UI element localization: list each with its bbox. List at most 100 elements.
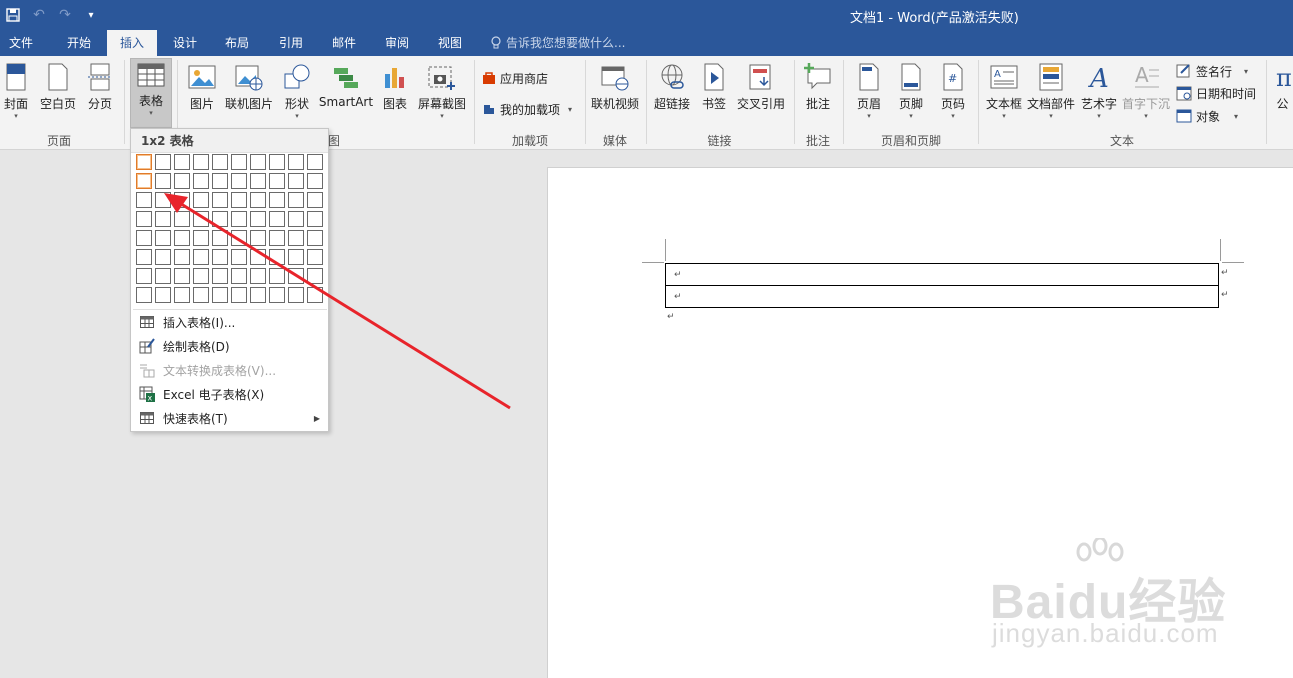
page-number-button[interactable]: # 页码 ▾ — [935, 60, 971, 126]
bookmark-button[interactable]: 书签 — [698, 60, 730, 126]
dropcap-button[interactable]: A 首字下沉 ▾ — [1120, 60, 1172, 126]
insert-table-menu-item[interactable]: 插入表格(I)... — [131, 310, 328, 334]
grid-cell[interactable] — [136, 192, 152, 208]
header-button[interactable]: 页眉 ▾ — [851, 60, 887, 126]
grid-cell[interactable] — [212, 154, 228, 170]
tab-mailings[interactable]: 邮件 — [321, 30, 367, 56]
quick-parts-button[interactable]: 文档部件 ▾ — [1026, 60, 1076, 126]
grid-cell[interactable] — [250, 173, 266, 189]
excel-spreadsheet-menu-item[interactable]: x Excel 电子表格(X) — [131, 382, 328, 406]
table-cell[interactable]: ↵ — [665, 263, 1219, 286]
grid-cell[interactable] — [307, 287, 323, 303]
grid-cell[interactable] — [269, 173, 285, 189]
grid-cell[interactable] — [193, 287, 209, 303]
document-table[interactable]: ↵ ↵ — [665, 263, 1219, 308]
grid-cell[interactable] — [288, 154, 304, 170]
cross-reference-button[interactable]: 交叉引用 — [735, 60, 787, 126]
online-video-button[interactable]: 联机视频 — [589, 60, 641, 126]
grid-cell[interactable] — [288, 211, 304, 227]
page-break-button[interactable]: 分页 — [82, 60, 118, 126]
textbox-button[interactable]: A 文本框 ▾ — [984, 60, 1024, 126]
undo-icon[interactable]: ↶ — [26, 4, 52, 26]
grid-cell[interactable] — [269, 287, 285, 303]
grid-cell[interactable] — [250, 192, 266, 208]
grid-cell[interactable] — [231, 154, 247, 170]
grid-cell[interactable] — [155, 230, 171, 246]
draw-table-menu-item[interactable]: 绘制表格(D) — [131, 334, 328, 358]
hyperlink-button[interactable]: 超链接 — [652, 60, 692, 126]
smartart-button[interactable]: SmartArt — [318, 60, 374, 126]
grid-cell[interactable] — [212, 249, 228, 265]
grid-cell[interactable] — [174, 287, 190, 303]
grid-cell[interactable] — [288, 249, 304, 265]
customize-qat-icon[interactable]: ▾ — [78, 4, 104, 26]
grid-cell[interactable] — [307, 230, 323, 246]
grid-cell[interactable] — [231, 173, 247, 189]
grid-cell[interactable] — [288, 192, 304, 208]
grid-cell[interactable] — [307, 192, 323, 208]
equation-button[interactable]: π 公 — [1272, 60, 1293, 126]
grid-cell[interactable] — [193, 192, 209, 208]
grid-cell[interactable] — [136, 268, 152, 284]
date-time-button[interactable]: 日期和时间 — [1176, 83, 1256, 103]
grid-cell[interactable] — [155, 192, 171, 208]
grid-cell[interactable] — [136, 230, 152, 246]
grid-cell[interactable] — [231, 230, 247, 246]
shapes-button[interactable]: 形状 ▾ — [280, 60, 314, 126]
grid-cell[interactable] — [136, 173, 152, 189]
grid-cell[interactable] — [136, 211, 152, 227]
grid-cell[interactable] — [231, 211, 247, 227]
grid-cell[interactable] — [174, 268, 190, 284]
save-icon[interactable] — [0, 4, 26, 26]
grid-cell[interactable] — [212, 230, 228, 246]
grid-cell[interactable] — [212, 173, 228, 189]
grid-cell[interactable] — [155, 211, 171, 227]
grid-cell[interactable] — [174, 249, 190, 265]
footer-button[interactable]: 页脚 ▾ — [893, 60, 929, 126]
grid-cell[interactable] — [193, 173, 209, 189]
tab-review[interactable]: 审阅 — [374, 30, 420, 56]
chart-button[interactable]: 图表 — [378, 60, 412, 126]
online-picture-button[interactable]: 联机图片 — [223, 60, 275, 126]
grid-cell[interactable] — [193, 268, 209, 284]
tab-home[interactable]: 开始 — [56, 30, 102, 56]
tell-me-box[interactable]: 告诉我您想要做什么... — [490, 30, 625, 56]
object-button[interactable]: 对象 ▾ — [1176, 106, 1238, 126]
grid-cell[interactable] — [307, 211, 323, 227]
grid-cell[interactable] — [174, 211, 190, 227]
grid-cell[interactable] — [231, 192, 247, 208]
grid-cell[interactable] — [155, 268, 171, 284]
blank-page-button[interactable]: 空白页 — [36, 60, 80, 126]
quick-tables-menu-item[interactable]: 快速表格(T) ▶ — [131, 406, 328, 430]
tab-references[interactable]: 引用 — [268, 30, 314, 56]
grid-cell[interactable] — [269, 249, 285, 265]
grid-cell[interactable] — [231, 287, 247, 303]
screenshot-button[interactable]: 屏幕截图 ▾ — [414, 60, 470, 126]
store-button[interactable]: 应用商店 — [482, 68, 548, 88]
grid-cell[interactable] — [307, 173, 323, 189]
picture-button[interactable]: 图片 — [184, 60, 220, 126]
grid-cell[interactable] — [193, 249, 209, 265]
grid-cell[interactable] — [269, 211, 285, 227]
tab-layout[interactable]: 布局 — [214, 30, 260, 56]
tab-design[interactable]: 设计 — [162, 30, 208, 56]
grid-cell[interactable] — [174, 154, 190, 170]
grid-cell[interactable] — [155, 287, 171, 303]
grid-cell[interactable] — [174, 192, 190, 208]
table-cell[interactable]: ↵ — [665, 285, 1219, 308]
tab-insert[interactable]: 插入 — [107, 30, 157, 56]
grid-cell[interactable] — [193, 154, 209, 170]
grid-cell[interactable] — [174, 230, 190, 246]
grid-cell[interactable] — [174, 173, 190, 189]
grid-cell[interactable] — [231, 249, 247, 265]
grid-cell[interactable] — [250, 230, 266, 246]
grid-cell[interactable] — [155, 154, 171, 170]
grid-cell[interactable] — [269, 154, 285, 170]
grid-cell[interactable] — [288, 230, 304, 246]
grid-cell[interactable] — [231, 268, 247, 284]
grid-cell[interactable] — [212, 211, 228, 227]
grid-cell[interactable] — [269, 268, 285, 284]
grid-cell[interactable] — [288, 268, 304, 284]
grid-cell[interactable] — [307, 268, 323, 284]
grid-cell[interactable] — [307, 249, 323, 265]
